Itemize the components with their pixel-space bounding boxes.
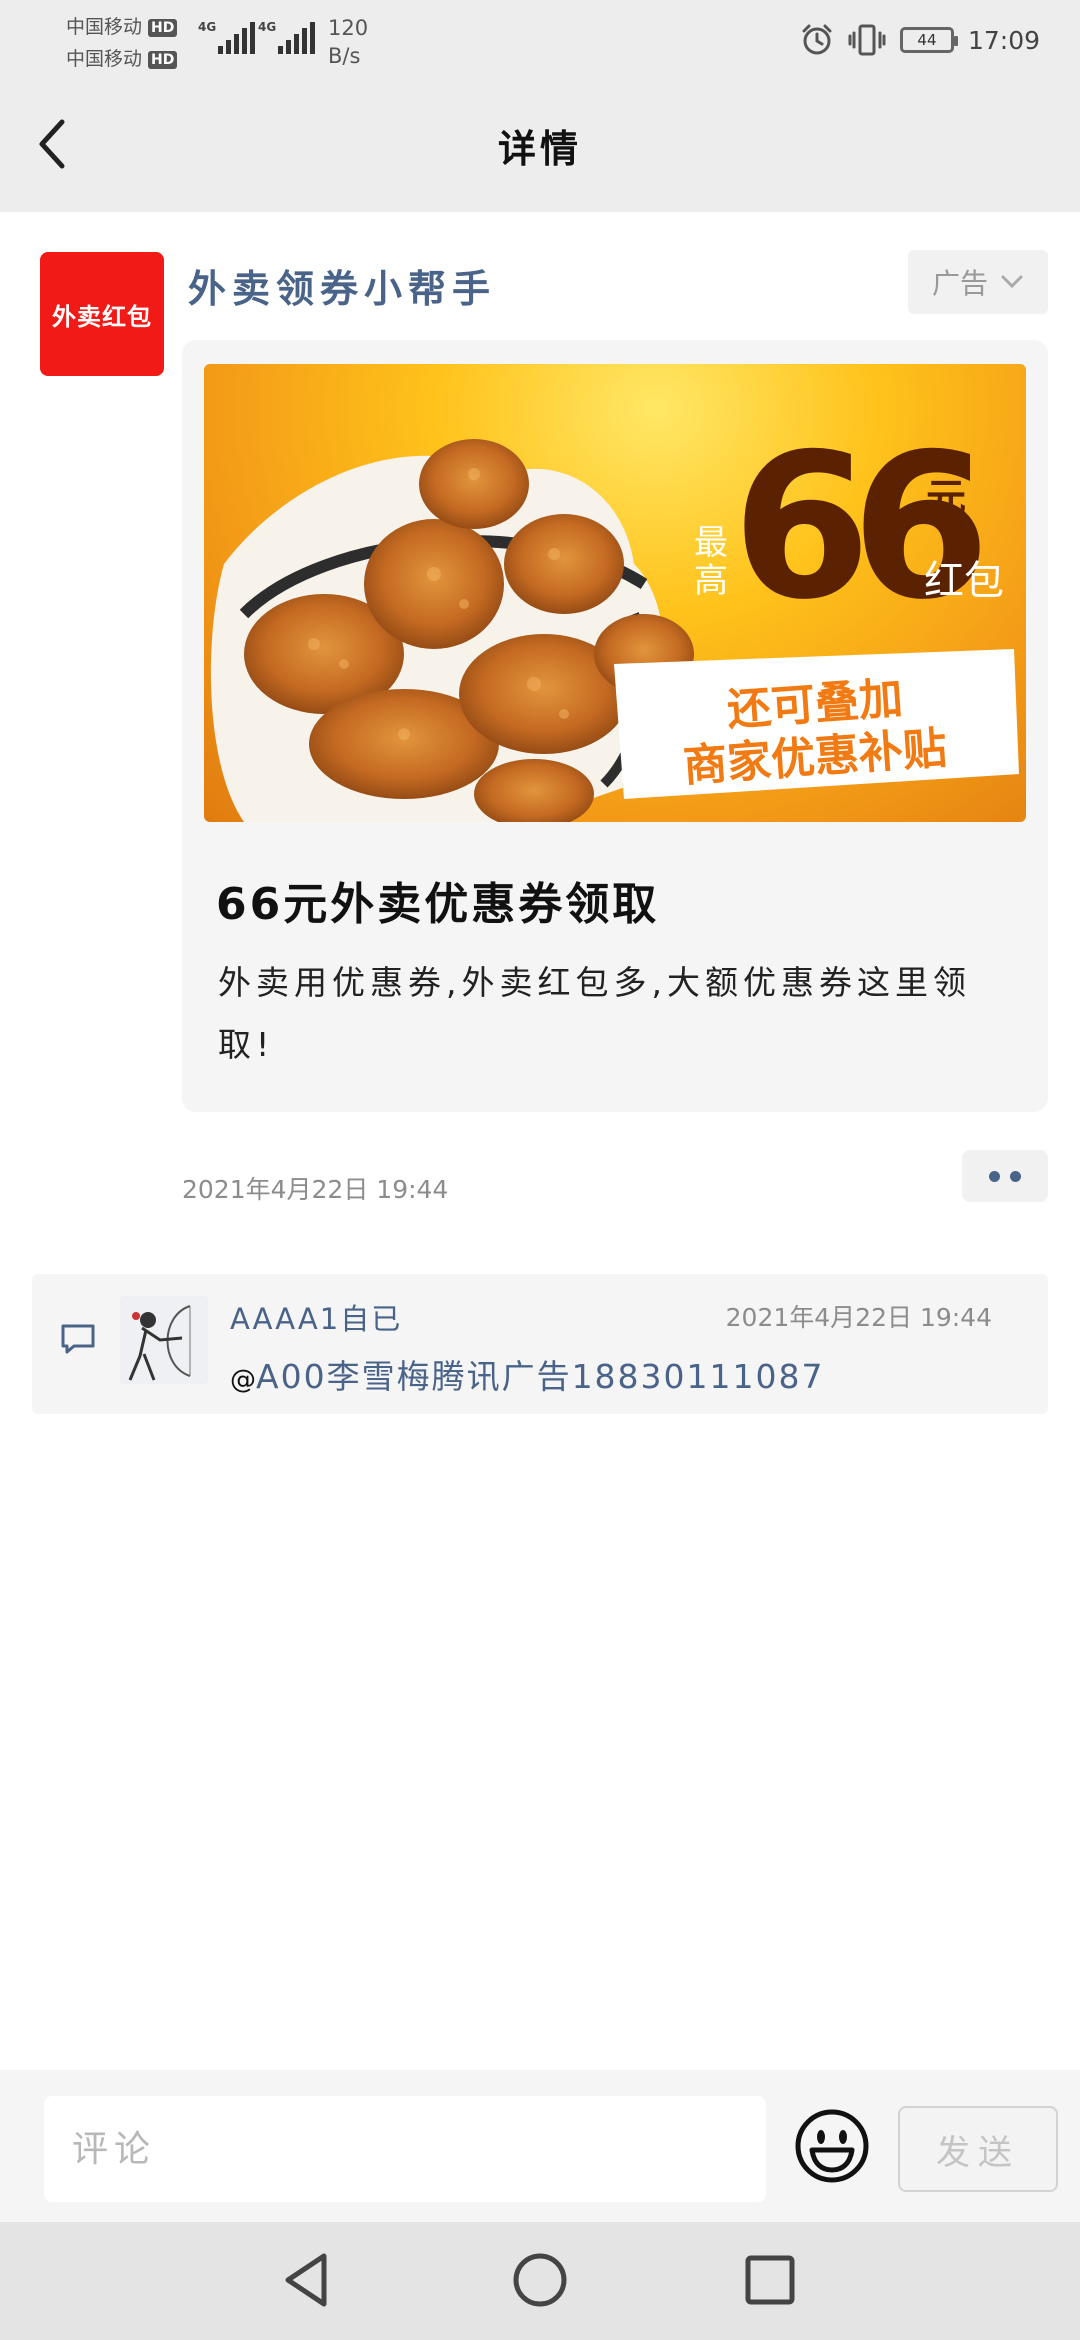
card-description: 外卖用优惠券,外卖红包多,大额优惠券这里领取! xyxy=(218,963,971,1064)
system-nav-bar xyxy=(0,2222,1080,2340)
banner-artwork: 还可叠加 商家优惠补贴 最 高 66 元 红包 xyxy=(210,411,1019,822)
net-speed-value: 120 xyxy=(328,16,369,40)
send-button[interactable]: 发送 xyxy=(898,2106,1058,2192)
author-name[interactable]: 外卖领券小帮手 xyxy=(188,258,496,313)
carrier-1: 中国移动 HD xyxy=(66,12,178,39)
banner-unit: 元 xyxy=(926,476,966,522)
status-bar: 中国移动 HD 中国移动 HD 4G 4G 120 B/s 44 17:09 xyxy=(0,0,1080,78)
home-circle-icon[interactable] xyxy=(508,2248,572,2312)
comment-timestamp: 2021年4月22日 19:44 xyxy=(725,1303,992,1332)
chevron-down-icon xyxy=(1001,275,1023,289)
status-right: 44 17:09 xyxy=(800,20,1040,60)
author-avatar[interactable]: 外卖红包 xyxy=(40,252,164,376)
vibrate-icon xyxy=(848,24,886,56)
hd-badge: HD xyxy=(148,50,178,69)
post-timestamp: 2021年4月22日 19:44 xyxy=(182,1175,449,1204)
network-type-label: 4G xyxy=(198,20,217,34)
banner-prefix-2: 高 xyxy=(694,561,728,601)
more-dots-icon xyxy=(989,1170,1000,1182)
net-speed: 120 B/s xyxy=(328,14,368,70)
hd-badge: HD xyxy=(148,18,178,37)
commenter-avatar[interactable] xyxy=(120,1296,208,1384)
comment-text: @A00李雪梅腾讯广告18830111087 xyxy=(230,1350,825,1398)
network-type-label: 4G xyxy=(258,20,277,34)
avatar-text: 外卖红包 xyxy=(52,302,152,331)
page-title: 详情 xyxy=(497,127,582,171)
ad-card[interactable]: 还可叠加 商家优惠补贴 最 高 66 元 红包 66元外卖优惠券领取 外卖用优惠… xyxy=(182,340,1048,1112)
mention-at-symbol: @ xyxy=(230,1365,256,1395)
comment-item[interactable]: AAAA1自已 2021年4月22日 19:44 @A00李雪梅腾讯广告1883… xyxy=(32,1274,1048,1414)
banner-amount: 66 xyxy=(732,411,980,644)
card-title: 66元外卖优惠券领取 xyxy=(216,879,660,930)
commenter-name[interactable]: AAAA1自已 xyxy=(230,1296,402,1338)
alarm-icon xyxy=(802,24,832,55)
nav-header: 详情 xyxy=(0,78,1080,212)
carrier-1-label: 中国移动 xyxy=(66,16,143,38)
banner-suffix: 红包 xyxy=(924,558,1004,604)
smiley-icon[interactable] xyxy=(794,2108,870,2184)
comment-input[interactable] xyxy=(44,2096,766,2202)
recents-square-icon[interactable] xyxy=(738,2248,802,2312)
carrier-2: 中国移动 HD xyxy=(66,44,178,71)
more-dots-icon xyxy=(1010,1170,1021,1182)
carrier-2-label: 中国移动 xyxy=(66,48,143,70)
ad-tag-button[interactable]: 广告 xyxy=(908,250,1048,314)
ad-label: 广告 xyxy=(931,267,988,300)
net-speed-unit: B/s xyxy=(328,44,361,68)
more-button[interactable] xyxy=(962,1150,1048,1202)
battery-level: 44 xyxy=(917,31,937,49)
ad-banner-image[interactable]: 还可叠加 商家优惠补贴 最 高 66 元 红包 xyxy=(204,364,1026,822)
comment-content: A00李雪梅腾讯广告18830111087 xyxy=(256,1357,825,1396)
battery-icon: 44 xyxy=(899,27,958,53)
comment-input-bar: 发送 xyxy=(0,2070,1080,2222)
comment-icon xyxy=(61,1324,95,1354)
clock: 17:09 xyxy=(967,25,1040,55)
back-triangle-icon[interactable] xyxy=(276,2248,340,2312)
banner-prefix-1: 最 xyxy=(694,523,728,563)
